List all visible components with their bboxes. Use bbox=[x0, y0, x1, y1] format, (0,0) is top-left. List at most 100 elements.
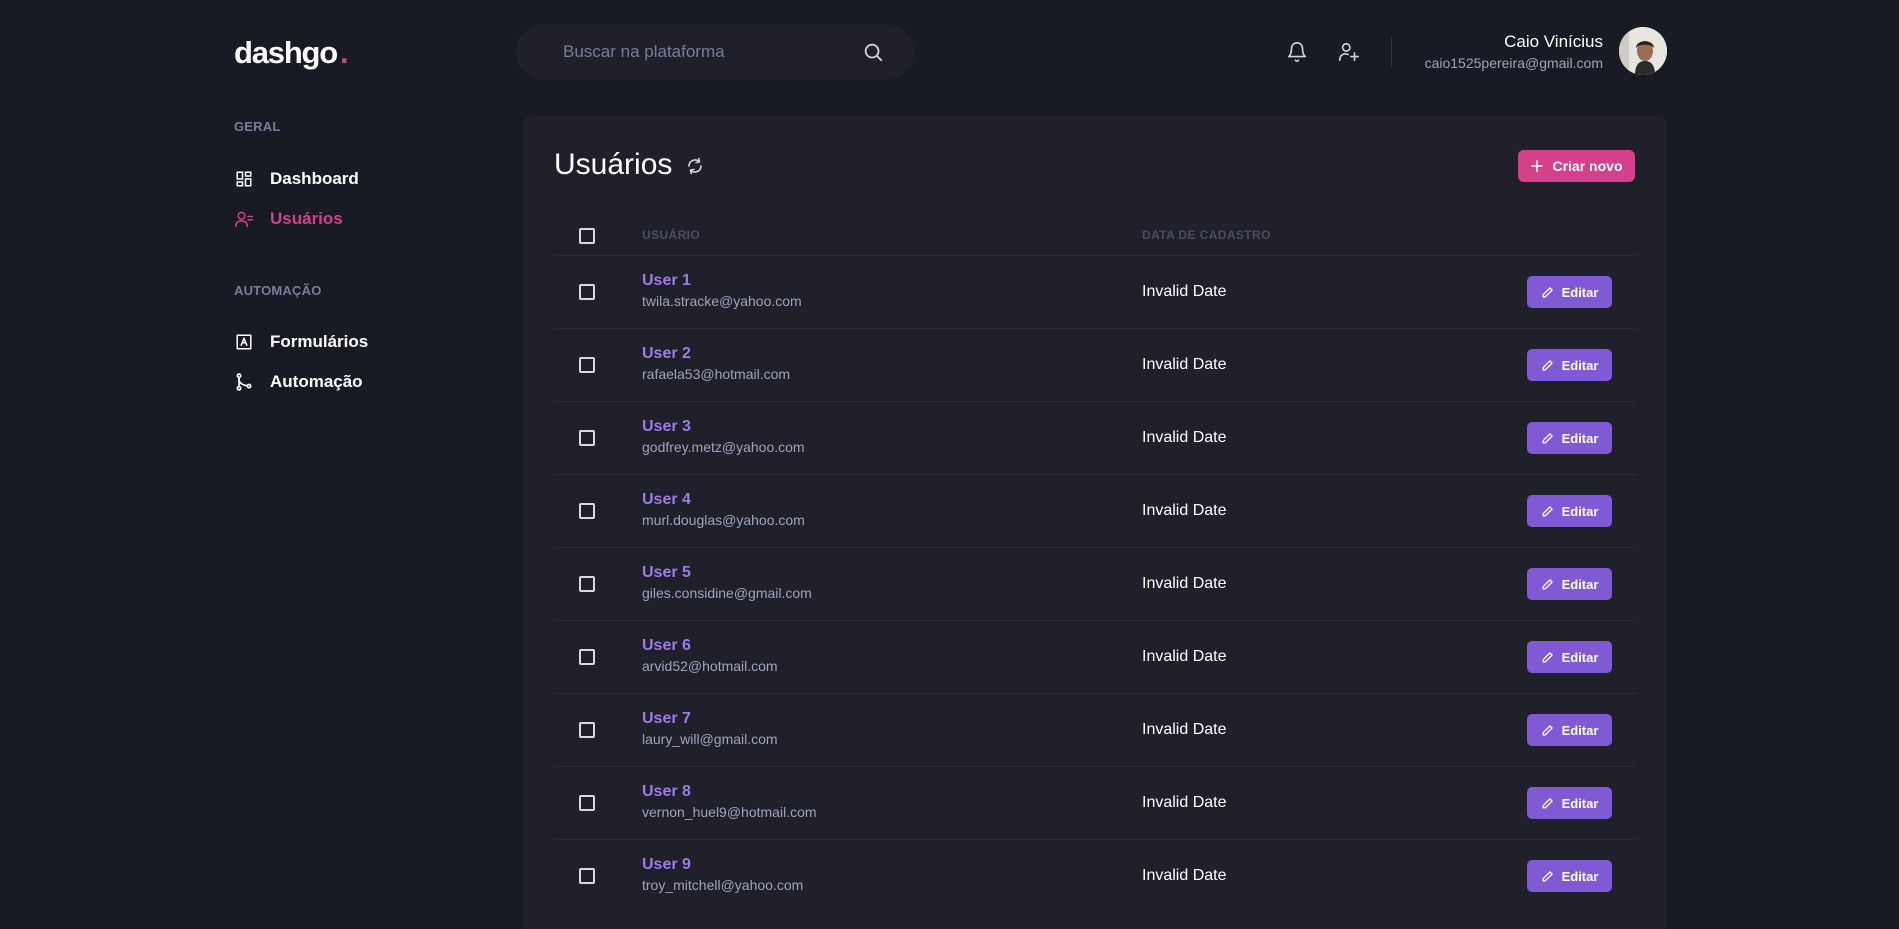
users-panel: Usuários Criar novo USUÁRIO DATA DE CADA… bbox=[523, 116, 1667, 929]
user-name[interactable]: User 4 bbox=[642, 491, 691, 509]
table-row: User 2 rafaela53@hotmail.com Invalid Dat… bbox=[554, 328, 1636, 401]
edit-button-label: Editar bbox=[1561, 722, 1599, 738]
row-checkbox[interactable] bbox=[579, 576, 595, 592]
search-input[interactable]: Buscar na plataforma bbox=[563, 42, 725, 62]
refresh-icon[interactable] bbox=[686, 157, 704, 175]
column-header-user: USUÁRIO bbox=[642, 228, 701, 242]
pencil-icon bbox=[1541, 432, 1554, 445]
edit-button-label: Editar bbox=[1561, 503, 1599, 519]
edit-button[interactable]: Editar bbox=[1527, 787, 1612, 819]
page-title: Usuários bbox=[554, 148, 673, 181]
pencil-icon bbox=[1541, 724, 1554, 737]
table-row: User 7 laury_will@gmail.com Invalid Date… bbox=[554, 693, 1636, 766]
sidebar-item-dashboard[interactable]: Dashboard bbox=[234, 167, 359, 191]
pencil-icon bbox=[1541, 578, 1554, 591]
edit-button[interactable]: Editar bbox=[1527, 422, 1612, 454]
user-email: troy_mitchell@yahoo.com bbox=[642, 877, 804, 893]
user-email: laury_will@gmail.com bbox=[642, 731, 778, 747]
user-name[interactable]: User 2 bbox=[642, 345, 691, 363]
table-row: User 3 godfrey.metz@yahoo.com Invalid Da… bbox=[554, 401, 1636, 474]
edit-button-label: Editar bbox=[1561, 649, 1599, 665]
user-name[interactable]: User 7 bbox=[642, 710, 691, 728]
create-button-label: Criar novo bbox=[1552, 158, 1623, 174]
user-email: rafaela53@hotmail.com bbox=[642, 366, 791, 382]
profile-email: caio1525pereira@gmail.com bbox=[1424, 55, 1603, 71]
form-icon bbox=[234, 332, 254, 352]
pencil-icon bbox=[1541, 505, 1554, 518]
user-date: Invalid Date bbox=[1142, 283, 1227, 300]
sidebar-item-label: Usuários bbox=[270, 209, 343, 228]
user-email: arvid52@hotmail.com bbox=[642, 658, 778, 674]
user-email: godfrey.metz@yahoo.com bbox=[642, 439, 805, 455]
user-name[interactable]: User 8 bbox=[642, 783, 691, 801]
table-row: User 1 twila.stracke@yahoo.com Invalid D… bbox=[554, 255, 1636, 328]
user-date: Invalid Date bbox=[1142, 867, 1227, 884]
user-date: Invalid Date bbox=[1142, 502, 1227, 519]
user-date: Invalid Date bbox=[1142, 794, 1227, 811]
edit-button[interactable]: Editar bbox=[1527, 568, 1612, 600]
user-email: giles.considine@gmail.com bbox=[642, 585, 812, 601]
user-name[interactable]: User 1 bbox=[642, 272, 691, 290]
user-date: Invalid Date bbox=[1142, 575, 1227, 592]
table-row: User 5 giles.considine@gmail.com Invalid… bbox=[554, 547, 1636, 620]
users-icon bbox=[234, 209, 254, 229]
row-checkbox[interactable] bbox=[579, 357, 595, 373]
edit-button[interactable]: Editar bbox=[1527, 714, 1612, 746]
user-email: murl.douglas@yahoo.com bbox=[642, 512, 805, 528]
row-checkbox[interactable] bbox=[579, 430, 595, 446]
row-checkbox[interactable] bbox=[579, 868, 595, 884]
user-date: Invalid Date bbox=[1142, 648, 1227, 665]
row-checkbox[interactable] bbox=[579, 503, 595, 519]
pencil-icon bbox=[1541, 359, 1554, 372]
user-email: twila.stracke@yahoo.com bbox=[642, 293, 802, 309]
search-bar[interactable]: Buscar na plataforma bbox=[516, 24, 914, 80]
sidebar-item-formularios[interactable]: Formulários bbox=[234, 330, 368, 354]
create-user-button[interactable]: Criar novo bbox=[1518, 150, 1635, 182]
user-date: Invalid Date bbox=[1142, 429, 1227, 446]
user-name[interactable]: User 6 bbox=[642, 637, 691, 655]
row-checkbox[interactable] bbox=[579, 722, 595, 738]
pencil-icon bbox=[1541, 797, 1554, 810]
add-user-icon[interactable] bbox=[1338, 41, 1360, 63]
column-header-date: DATA DE CADASTRO bbox=[1142, 228, 1271, 242]
table-row: User 9 troy_mitchell@yahoo.com Invalid D… bbox=[554, 839, 1636, 912]
sidebar-section-geral: GERAL bbox=[234, 119, 281, 134]
bell-icon[interactable] bbox=[1286, 41, 1308, 63]
edit-button[interactable]: Editar bbox=[1527, 349, 1612, 381]
sidebar-item-usuarios[interactable]: Usuários bbox=[234, 207, 343, 231]
row-checkbox[interactable] bbox=[579, 649, 595, 665]
dashboard-icon bbox=[234, 169, 254, 189]
plus-icon bbox=[1530, 159, 1544, 173]
user-date: Invalid Date bbox=[1142, 356, 1227, 373]
avatar[interactable] bbox=[1619, 27, 1667, 75]
row-checkbox[interactable] bbox=[579, 795, 595, 811]
table-row: User 8 vernon_huel9@hotmail.com Invalid … bbox=[554, 766, 1636, 839]
user-name[interactable]: User 3 bbox=[642, 418, 691, 436]
logo[interactable]: dashgo. bbox=[234, 35, 349, 71]
edit-button-label: Editar bbox=[1561, 284, 1599, 300]
sidebar-section-automacao: AUTOMAÇÃO bbox=[234, 283, 322, 298]
sidebar-item-label: Formulários bbox=[270, 332, 369, 351]
edit-button[interactable]: Editar bbox=[1527, 276, 1612, 308]
header: dashgo. Buscar na plataforma Caio Viníci… bbox=[0, 0, 1899, 100]
edit-button-label: Editar bbox=[1561, 576, 1599, 592]
table-row: User 6 arvid52@hotmail.com Invalid Date … bbox=[554, 620, 1636, 693]
git-merge-icon bbox=[234, 372, 254, 392]
edit-button[interactable]: Editar bbox=[1527, 495, 1612, 527]
header-divider bbox=[1391, 37, 1392, 67]
select-all-checkbox[interactable] bbox=[579, 228, 595, 244]
row-checkbox[interactable] bbox=[579, 284, 595, 300]
pencil-icon bbox=[1541, 286, 1554, 299]
user-email: vernon_huel9@hotmail.com bbox=[642, 804, 817, 820]
edit-button-label: Editar bbox=[1561, 430, 1599, 446]
user-name[interactable]: User 5 bbox=[642, 564, 691, 582]
edit-button[interactable]: Editar bbox=[1527, 860, 1612, 892]
profile-name: Caio Vinícius bbox=[1504, 32, 1603, 51]
user-date: Invalid Date bbox=[1142, 721, 1227, 738]
user-name[interactable]: User 9 bbox=[642, 856, 691, 874]
search-icon[interactable] bbox=[862, 41, 884, 63]
sidebar-item-automacao[interactable]: Automação bbox=[234, 370, 363, 394]
pencil-icon bbox=[1541, 870, 1554, 883]
edit-button[interactable]: Editar bbox=[1527, 641, 1612, 673]
table-row: User 4 murl.douglas@yahoo.com Invalid Da… bbox=[554, 474, 1636, 547]
